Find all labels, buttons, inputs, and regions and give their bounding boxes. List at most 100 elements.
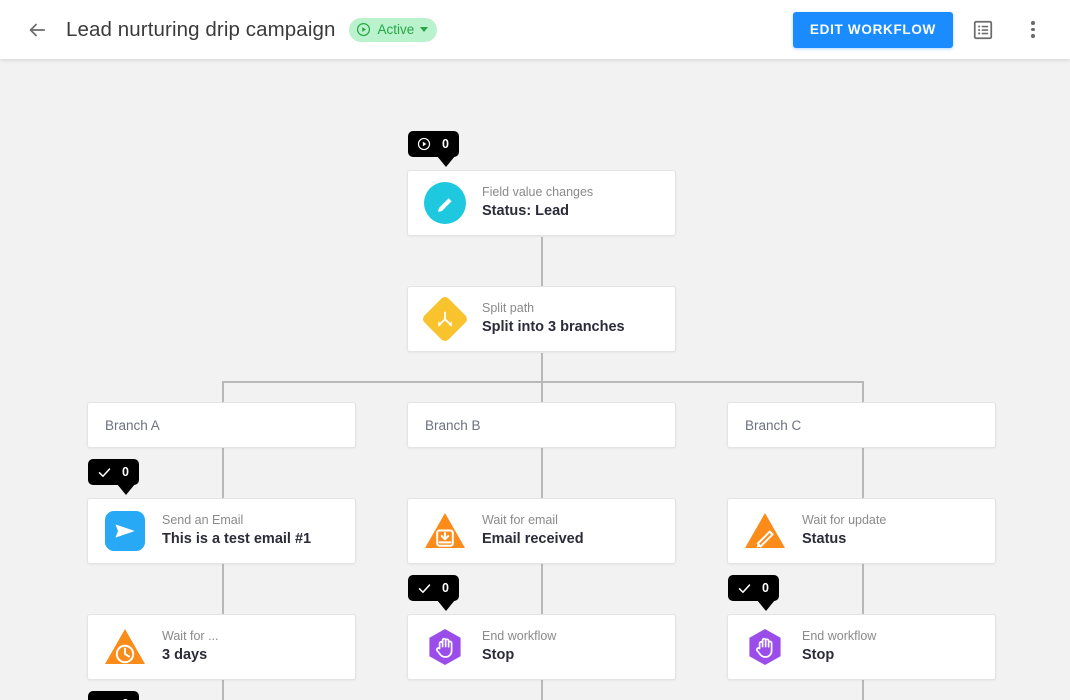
node-icon-wrap bbox=[424, 510, 466, 552]
node-icon-wrap bbox=[104, 626, 146, 668]
badge-count: 0 bbox=[762, 581, 769, 595]
workflow-node-branch-b-wait[interactable]: Wait for email Email received bbox=[407, 498, 676, 564]
workflow-node-branch-a-email[interactable]: Send an Email This is a test email #1 bbox=[87, 498, 356, 564]
chevron-down-icon bbox=[420, 27, 429, 32]
branch-header-c[interactable]: Branch C bbox=[727, 402, 996, 448]
node-title: 3 days bbox=[162, 647, 208, 664]
node-icon-wrap bbox=[104, 510, 146, 552]
stop-hand-icon bbox=[424, 626, 466, 668]
app-header: Lead nurturing drip campaign Active EDIT… bbox=[0, 0, 1070, 59]
header-actions: EDIT WORKFLOW bbox=[792, 10, 1053, 50]
node-texts: Split path Split into 3 branches bbox=[482, 301, 625, 337]
badge-tail bbox=[437, 156, 455, 167]
paper-plane-icon bbox=[105, 511, 145, 551]
inbox-triangle-icon bbox=[423, 511, 467, 551]
connector-branch-c-2 bbox=[862, 564, 864, 616]
badge-count: 0 bbox=[442, 137, 449, 151]
branch-label: Branch B bbox=[425, 417, 481, 433]
node-badge-branch-a-email-2[interactable]: 0 bbox=[88, 691, 139, 700]
node-texts: Wait for email Email received bbox=[482, 513, 584, 549]
node-icon-wrap bbox=[424, 626, 466, 668]
connector-branch-c-1 bbox=[862, 448, 864, 500]
status-label: Active bbox=[377, 22, 415, 37]
connector-branch-b-3 bbox=[541, 680, 543, 700]
connector-trigger-to-split bbox=[541, 237, 543, 289]
node-badge-branch-c-end[interactable]: 0 bbox=[728, 575, 779, 611]
node-texts: End workflow Stop bbox=[802, 629, 876, 665]
edit-workflow-button[interactable]: EDIT WORKFLOW bbox=[792, 11, 953, 48]
play-circle-icon bbox=[417, 137, 431, 151]
node-title: Status bbox=[802, 531, 847, 548]
badge-count: 0 bbox=[442, 581, 449, 595]
badge-tail bbox=[437, 600, 455, 611]
node-title: Stop bbox=[802, 647, 835, 664]
connector-branch-b-drop bbox=[541, 381, 543, 403]
list-log-icon bbox=[973, 20, 993, 39]
connector-branch-a-drop bbox=[222, 381, 224, 403]
stop-hand-icon bbox=[744, 626, 786, 668]
clock-triangle-icon bbox=[103, 627, 147, 667]
node-title: Status: Lead bbox=[482, 203, 570, 220]
node-title: This is a test email #1 bbox=[162, 531, 312, 548]
branch-header-b[interactable]: Branch B bbox=[407, 402, 676, 448]
node-badge-branch-a-email[interactable]: 0 bbox=[88, 459, 139, 495]
split-branch-icon bbox=[420, 294, 470, 344]
workflow-node-branch-c-wait[interactable]: Wait for update Status bbox=[727, 498, 996, 564]
node-texts: End workflow Stop bbox=[482, 629, 556, 665]
node-subtitle: End workflow bbox=[482, 628, 557, 643]
badge-count: 0 bbox=[122, 465, 129, 479]
connector-branch-a-1 bbox=[222, 448, 224, 500]
node-title: Stop bbox=[482, 647, 515, 664]
connector-split-down bbox=[541, 353, 543, 381]
page-title: Lead nurturing drip campaign bbox=[66, 17, 336, 41]
connector-branch-c-3 bbox=[862, 680, 864, 700]
node-icon-wrap bbox=[744, 510, 786, 552]
check-icon bbox=[98, 468, 111, 477]
node-subtitle: Split path bbox=[482, 300, 535, 315]
workflow-node-branch-c-end[interactable]: End workflow Stop bbox=[727, 614, 996, 680]
workflow-node-trigger[interactable]: Field value changes Status: Lead bbox=[407, 170, 676, 236]
connector-split-horizontal bbox=[222, 381, 863, 383]
node-subtitle: Send an Email bbox=[162, 512, 244, 527]
node-texts: Send an Email This is a test email #1 bbox=[162, 513, 311, 549]
connector-branch-b-1 bbox=[541, 448, 543, 500]
workflow-log-button[interactable] bbox=[963, 10, 1003, 50]
kebab-menu-icon bbox=[1031, 21, 1035, 38]
node-icon-wrap bbox=[744, 626, 786, 668]
node-texts: Field value changes Status: Lead bbox=[482, 185, 593, 221]
check-icon bbox=[418, 584, 431, 593]
arrow-left-icon bbox=[29, 23, 46, 36]
node-texts: Wait for update Status bbox=[802, 513, 886, 549]
node-badge-branch-b-end[interactable]: 0 bbox=[408, 575, 459, 611]
node-badge-trigger[interactable]: 0 bbox=[408, 131, 459, 167]
node-title: Email received bbox=[482, 531, 584, 548]
node-icon-wrap bbox=[420, 294, 470, 344]
connector-branch-c-drop bbox=[862, 381, 864, 403]
play-circle-icon bbox=[357, 22, 371, 37]
badge-tail bbox=[757, 600, 775, 611]
pencil-triangle-icon bbox=[743, 511, 787, 551]
workflow-node-branch-a-wait[interactable]: Wait for ... 3 days bbox=[87, 614, 356, 680]
workflow-node-split[interactable]: Split path Split into 3 branches bbox=[407, 286, 676, 352]
workflow-canvas: 0 Field value changes Status: Lead Split… bbox=[0, 59, 1070, 700]
node-subtitle: Wait for email bbox=[482, 512, 558, 527]
back-button[interactable] bbox=[20, 13, 54, 47]
connector-branch-b-2 bbox=[541, 564, 543, 616]
node-subtitle: Wait for ... bbox=[162, 628, 219, 643]
node-icon-wrap bbox=[424, 182, 466, 224]
workflow-node-branch-b-end[interactable]: End workflow Stop bbox=[407, 614, 676, 680]
node-subtitle: Wait for update bbox=[802, 512, 887, 527]
branch-label: Branch A bbox=[105, 417, 160, 433]
node-title: Split into 3 branches bbox=[482, 319, 625, 336]
connector-branch-a-2 bbox=[222, 564, 224, 616]
branch-header-a[interactable]: Branch A bbox=[87, 402, 356, 448]
node-subtitle: End workflow bbox=[802, 628, 877, 643]
connector-branch-a-3 bbox=[222, 680, 224, 700]
node-subtitle: Field value changes bbox=[482, 184, 594, 199]
node-texts: Wait for ... 3 days bbox=[162, 629, 219, 665]
more-options-button[interactable] bbox=[1013, 10, 1053, 50]
branch-label: Branch C bbox=[745, 417, 802, 433]
status-badge[interactable]: Active bbox=[349, 17, 438, 42]
check-icon bbox=[738, 584, 751, 593]
pencil-circle-icon bbox=[424, 182, 466, 224]
